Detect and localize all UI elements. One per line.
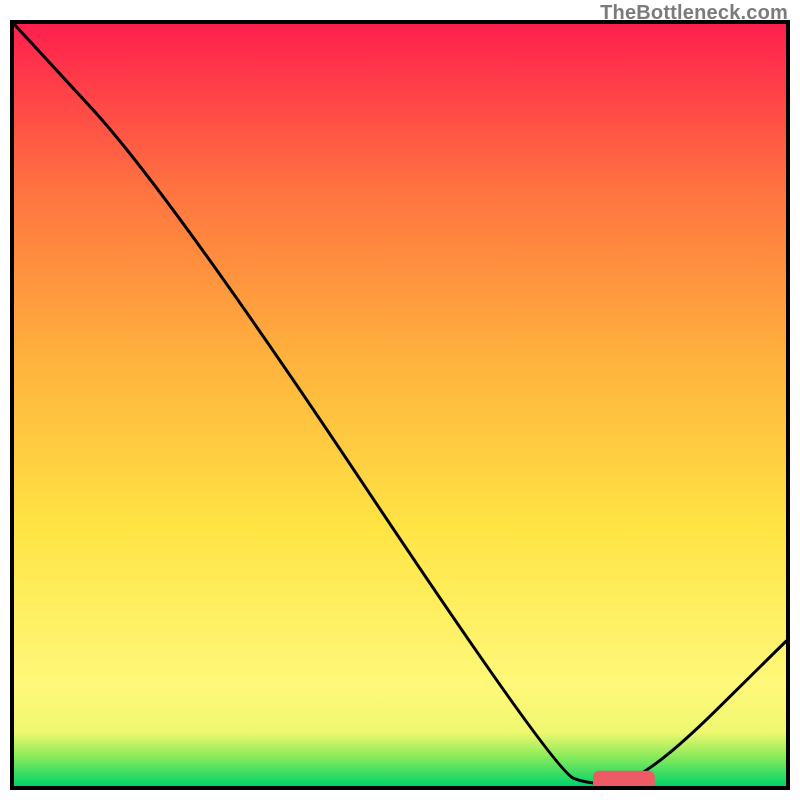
chart-svg	[14, 24, 786, 786]
chart-plot-area	[10, 20, 790, 790]
gradient-fill	[14, 24, 786, 786]
optimal-range-marker	[593, 771, 655, 786]
